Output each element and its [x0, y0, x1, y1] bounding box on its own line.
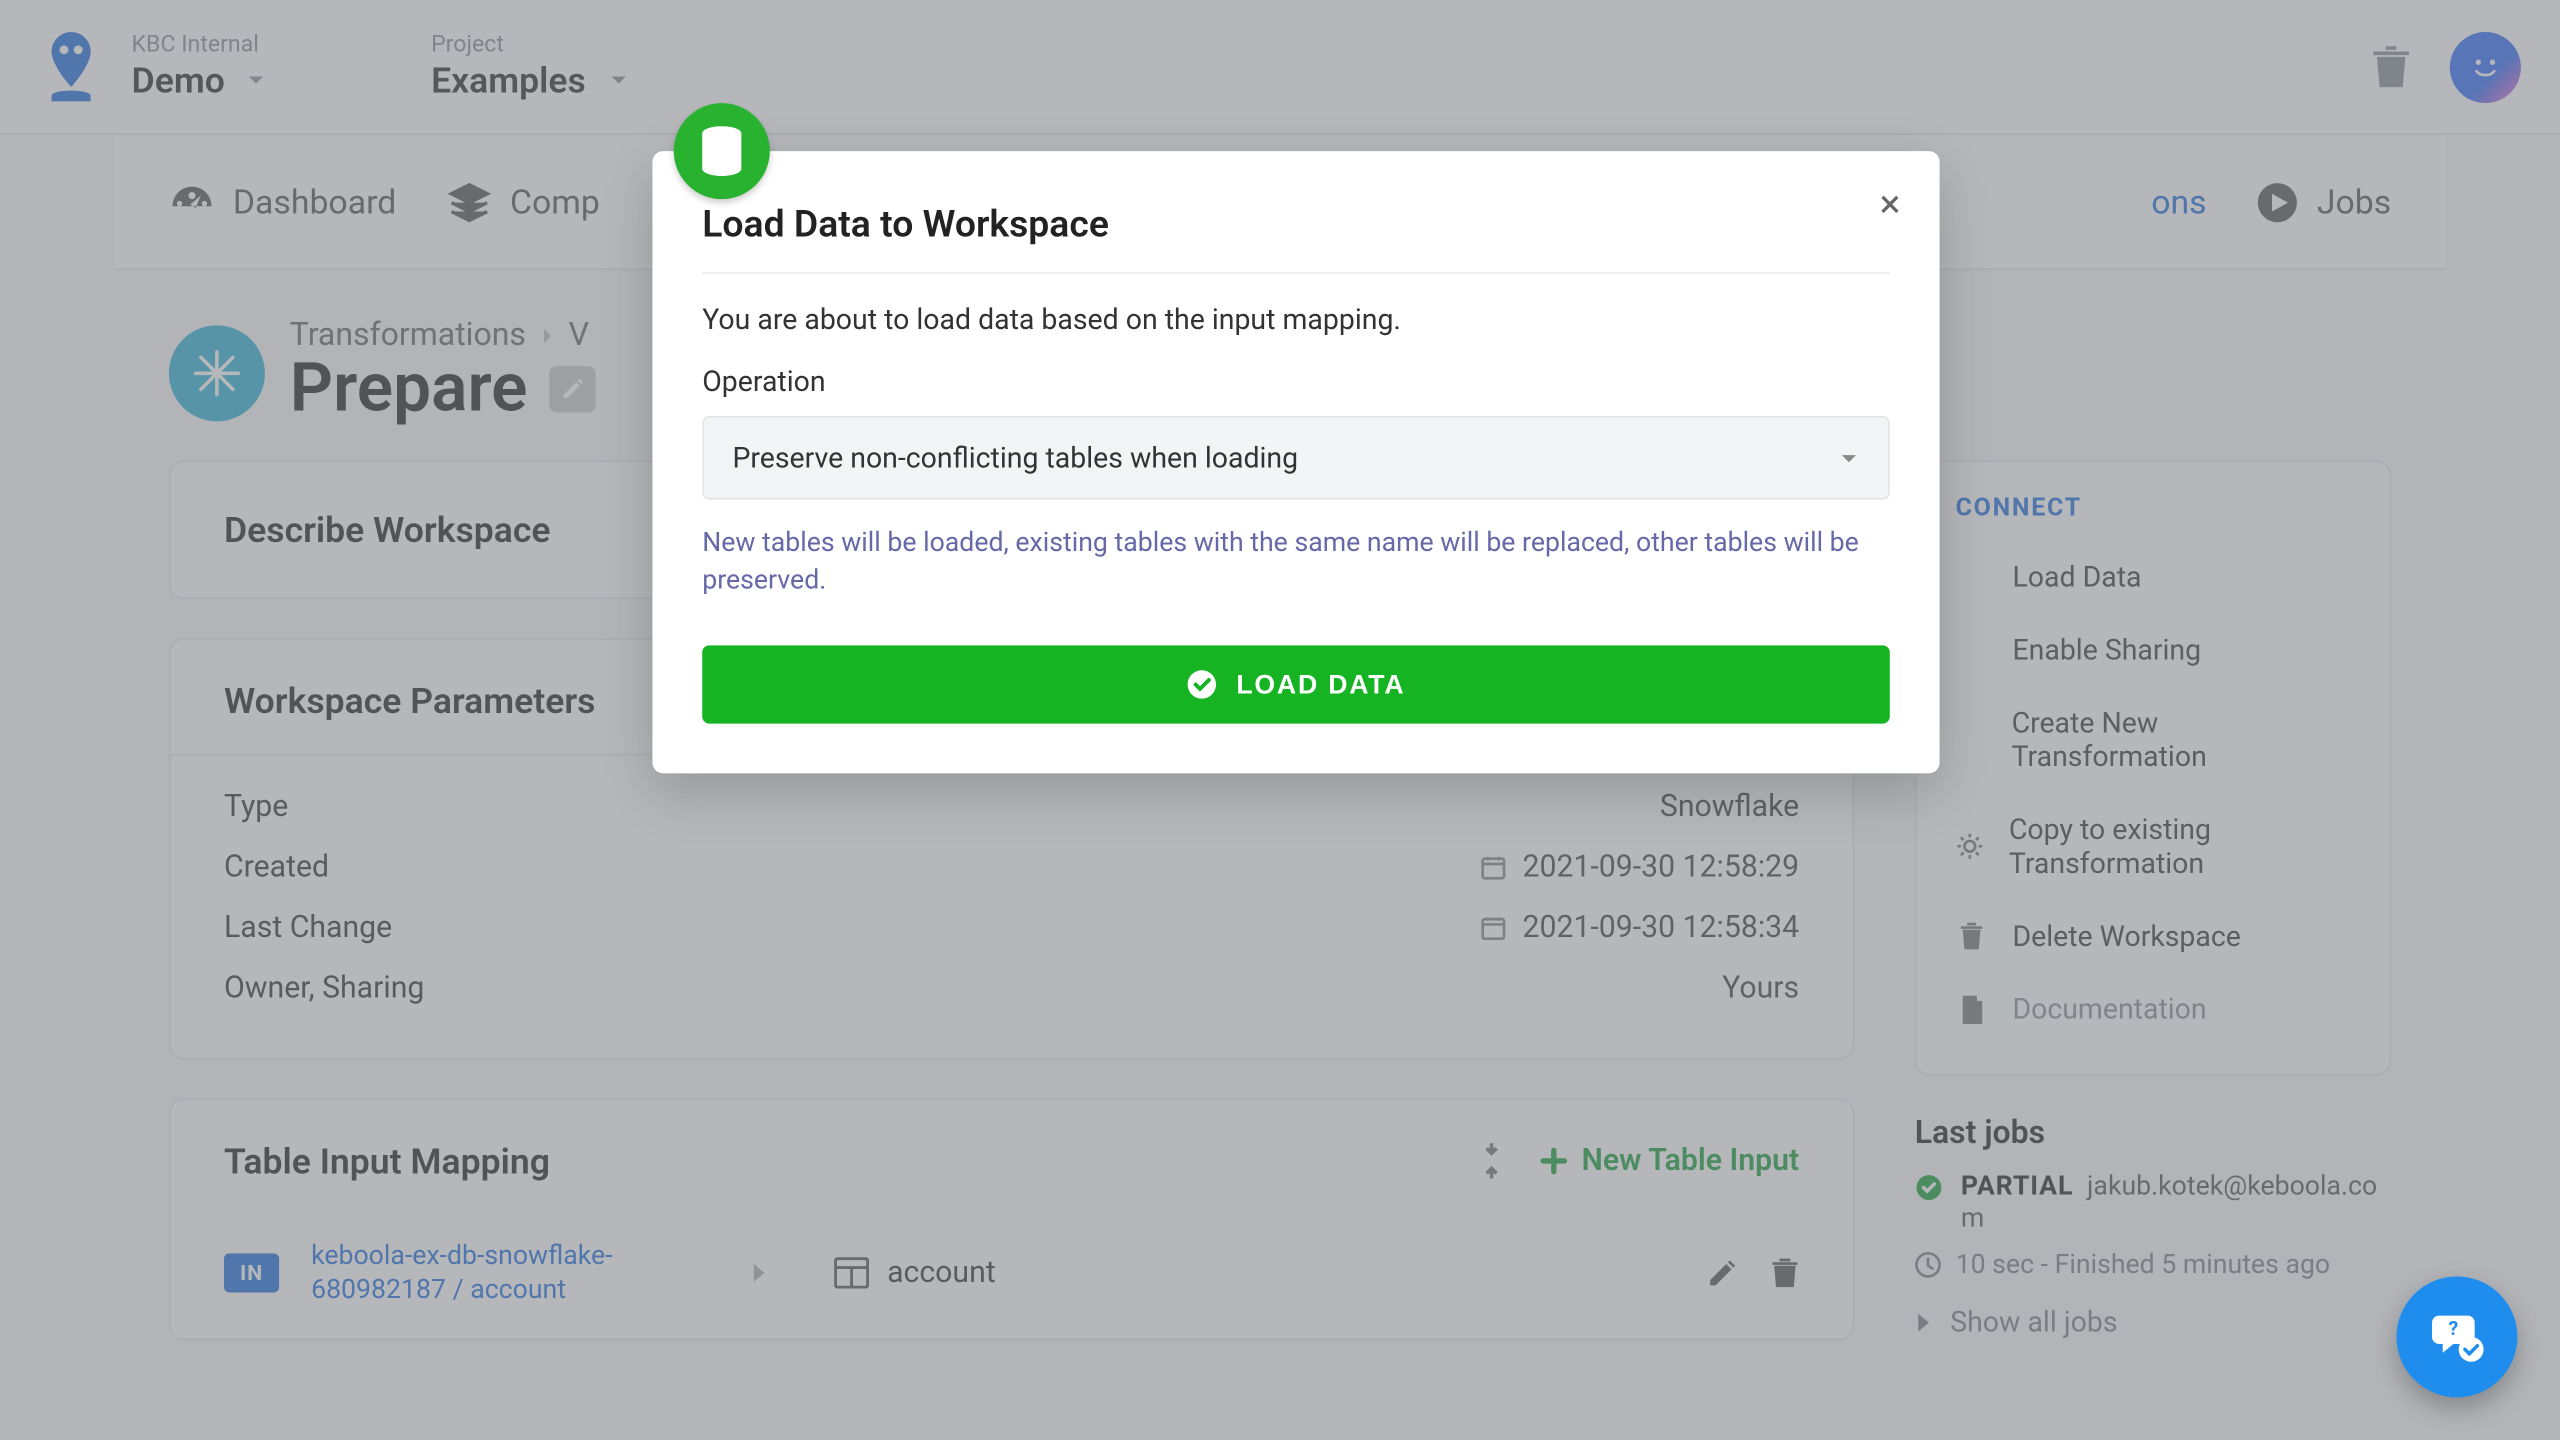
load-data-button[interactable]: LOAD DATA	[702, 645, 1890, 723]
close-modal-button[interactable]: ×	[1880, 183, 1901, 227]
operation-select[interactable]: Preserve non-conflicting tables when loa…	[702, 416, 1890, 500]
operation-label: Operation	[702, 364, 1890, 398]
load-data-modal: × Load Data to Workspace You are about t…	[652, 151, 1939, 773]
database-icon	[674, 103, 770, 199]
svg-text:?: ?	[2448, 1317, 2458, 1340]
operation-helper-text: New tables will be loaded, existing tabl…	[702, 524, 1890, 599]
modal-title: Load Data to Workspace	[702, 204, 1890, 273]
check-circle-icon	[1187, 668, 1219, 700]
operation-selected-value: Preserve non-conflicting tables when loa…	[732, 441, 1298, 475]
modal-intro-text: You are about to load data based on the …	[702, 302, 1890, 336]
chat-help-button[interactable]: ?	[2396, 1276, 2517, 1397]
caret-down-icon	[1838, 449, 1859, 467]
